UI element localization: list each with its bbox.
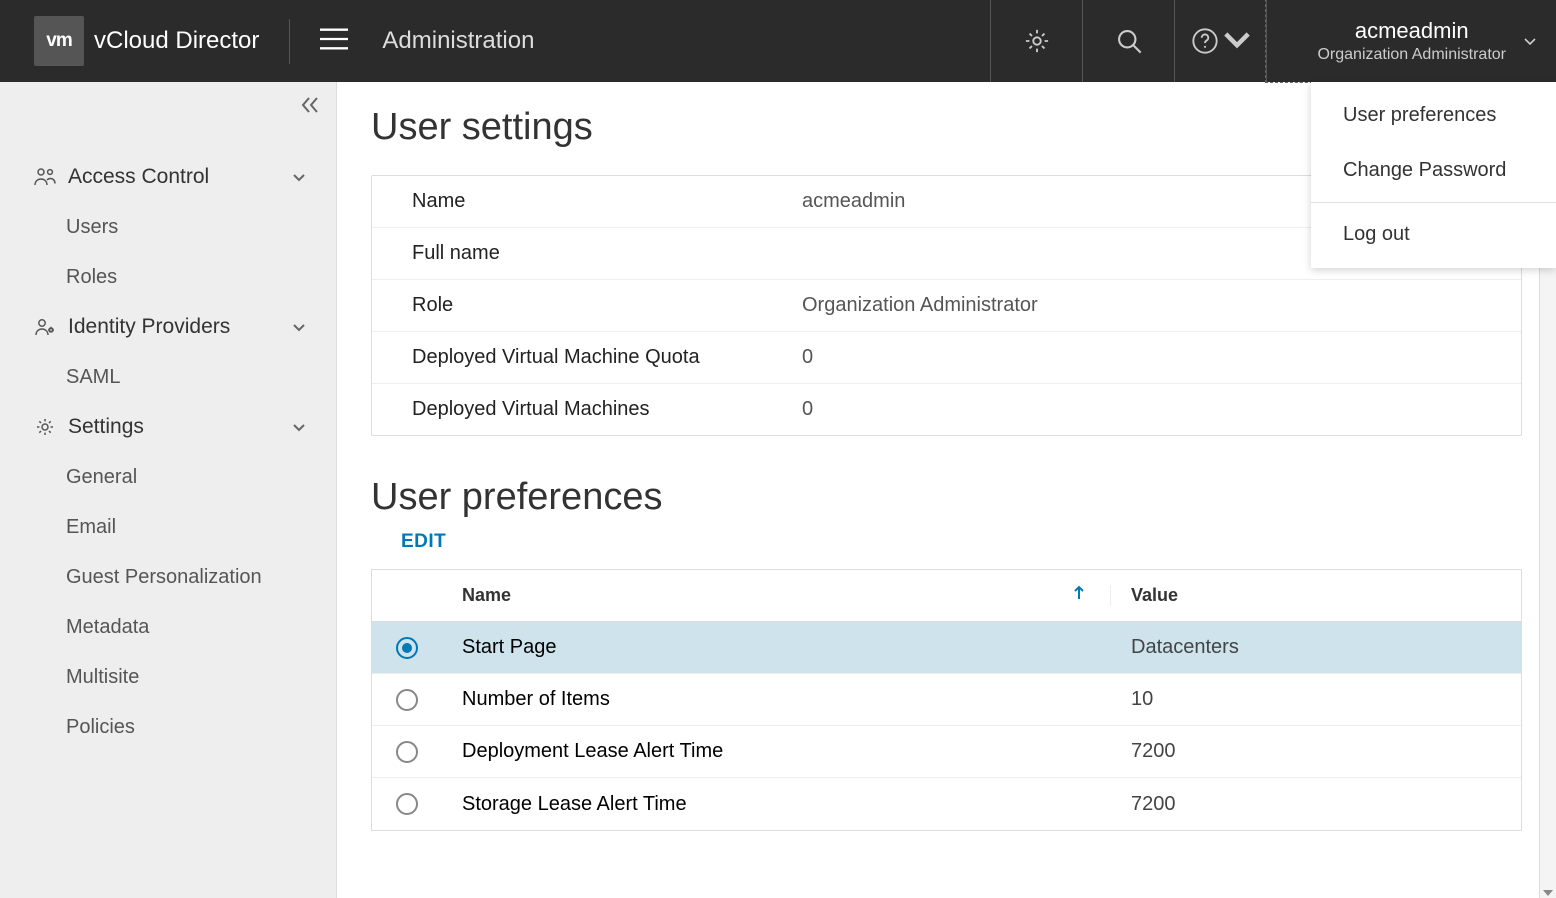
- sort-asc-icon[interactable]: [1072, 585, 1086, 606]
- user-dropdown: User preferences Change Password Log out: [1311, 82, 1556, 268]
- sidebar-group-settings[interactable]: Settings: [0, 402, 336, 452]
- group-label: Settings: [68, 415, 292, 439]
- menu-toggle-button[interactable]: [320, 27, 348, 56]
- hamburger-icon: [320, 27, 348, 51]
- sidebar-item-multisite[interactable]: Multisite: [0, 652, 336, 702]
- chevron-down-icon: [292, 415, 306, 439]
- group-icon: [34, 167, 58, 187]
- info-row: Deployed Virtual Machine Quota0: [372, 332, 1521, 384]
- pref-value: Datacenters: [1111, 636, 1521, 659]
- sidebar-group-identity-providers[interactable]: Identity Providers: [0, 302, 336, 352]
- sidebar-item-email[interactable]: Email: [0, 502, 336, 552]
- info-label: Name: [412, 190, 802, 213]
- info-value: 0: [802, 398, 1481, 421]
- gear-icon: [1023, 27, 1051, 55]
- help-button[interactable]: [1174, 0, 1266, 82]
- info-row: RoleOrganization Administrator: [372, 280, 1521, 332]
- search-button[interactable]: [1082, 0, 1174, 82]
- info-row: Deployed Virtual Machines0: [372, 384, 1521, 435]
- chevron-down-icon: [292, 315, 306, 339]
- radio-button[interactable]: [396, 741, 418, 763]
- pref-value: 7200: [1111, 740, 1521, 763]
- pref-value: 10: [1111, 688, 1521, 711]
- sidebar-item-users[interactable]: Users: [0, 202, 336, 252]
- pref-name: Storage Lease Alert Time: [442, 793, 1111, 816]
- chevron-double-left-icon: [300, 96, 320, 114]
- header-bar: vm vCloud Director Administration: [0, 0, 1556, 82]
- column-header-value[interactable]: Value: [1131, 585, 1178, 605]
- pref-name: Number of Items: [442, 688, 1111, 711]
- user-menu-button[interactable]: acmeadmin Organization Administrator: [1266, 0, 1556, 82]
- section-title: Administration: [382, 27, 534, 55]
- sidebar-item-policies[interactable]: Policies: [0, 702, 336, 752]
- group-icon: [34, 317, 58, 337]
- table-row[interactable]: Start PageDatacenters: [372, 622, 1521, 674]
- chevron-down-icon: [1524, 38, 1536, 46]
- search-icon: [1115, 27, 1143, 55]
- table-header: Name Value: [372, 570, 1521, 622]
- sidebar-item-roles[interactable]: Roles: [0, 252, 336, 302]
- group-label: Identity Providers: [68, 315, 292, 339]
- app-title: vCloud Director: [94, 27, 259, 55]
- radio-button[interactable]: [396, 689, 418, 711]
- app-logo: vm: [34, 16, 84, 66]
- info-value: Organization Administrator: [802, 294, 1481, 317]
- dropdown-item-change-password[interactable]: Change Password: [1311, 143, 1556, 198]
- sidebar-group-access-control[interactable]: Access Control: [0, 152, 336, 202]
- chevron-down-icon: [292, 165, 306, 189]
- group-icon: [34, 416, 58, 438]
- table-row[interactable]: Number of Items10: [372, 674, 1521, 726]
- info-label: Role: [412, 294, 802, 317]
- info-label: Full name: [412, 242, 802, 265]
- info-value: 0: [802, 346, 1481, 369]
- help-icon: [1191, 27, 1219, 55]
- group-label: Access Control: [68, 165, 292, 189]
- divider: [1311, 202, 1556, 203]
- preferences-table: Name Value Start PageDatacentersNumber o…: [371, 569, 1522, 831]
- info-label: Deployed Virtual Machines: [412, 398, 802, 421]
- sidebar-item-general[interactable]: General: [0, 452, 336, 502]
- column-header-name[interactable]: Name: [462, 585, 511, 606]
- sidebar-item-saml[interactable]: SAML: [0, 352, 336, 402]
- settings-button[interactable]: [990, 0, 1082, 82]
- divider: [289, 19, 290, 64]
- radio-button[interactable]: [396, 637, 418, 659]
- info-label: Deployed Virtual Machine Quota: [412, 346, 802, 369]
- sidebar: Access Control UsersRoles Identity Provide…: [0, 82, 337, 898]
- pref-value: 7200: [1111, 793, 1521, 816]
- user-name: acmeadmin: [1355, 18, 1469, 44]
- chevron-down-icon: [1223, 27, 1251, 55]
- dropdown-item-user-preferences[interactable]: User preferences: [1311, 88, 1556, 143]
- edit-button[interactable]: EDIT: [401, 531, 446, 553]
- table-row[interactable]: Deployment Lease Alert Time7200: [372, 726, 1521, 778]
- sidebar-item-metadata[interactable]: Metadata: [0, 602, 336, 652]
- pref-name: Deployment Lease Alert Time: [442, 740, 1111, 763]
- pref-name: Start Page: [442, 636, 1111, 659]
- table-row[interactable]: Storage Lease Alert Time7200: [372, 778, 1521, 830]
- sidebar-collapse-button[interactable]: [300, 96, 320, 119]
- sidebar-item-guest-personalization[interactable]: Guest Personalization: [0, 552, 336, 602]
- radio-button[interactable]: [396, 793, 418, 815]
- page-title-user-preferences: User preferences: [371, 476, 1522, 519]
- dropdown-item-log-out[interactable]: Log out: [1311, 207, 1556, 262]
- user-role: Organization Administrator: [1317, 46, 1506, 64]
